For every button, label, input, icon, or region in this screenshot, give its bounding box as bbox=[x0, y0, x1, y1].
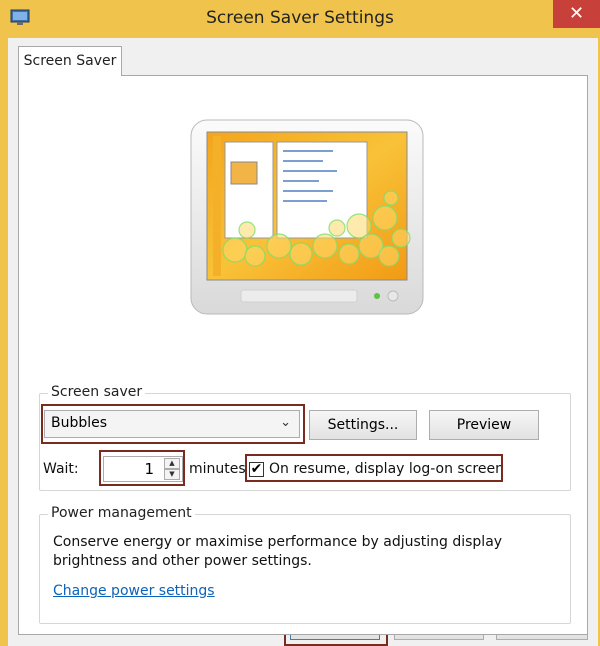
preview-monitor bbox=[190, 119, 424, 315]
screen-saver-legend: Screen saver bbox=[48, 384, 146, 400]
close-icon: ✕ bbox=[568, 3, 585, 24]
resume-checkbox-highlight bbox=[245, 454, 503, 482]
power-description-line-2: brightness and other power settings. bbox=[53, 553, 312, 569]
power-management-legend: Power management bbox=[48, 505, 195, 521]
wait-stepper-highlight bbox=[99, 450, 185, 486]
change-power-settings-link[interactable]: Change power settings bbox=[53, 583, 215, 599]
window-title: Screen Saver Settings bbox=[206, 8, 394, 28]
tab-panel: Screen saver Bubbles ⌄ Settings... Previ… bbox=[18, 75, 588, 635]
minutes-label: minutes bbox=[189, 461, 246, 477]
title-bar: Screen Saver Settings ✕ bbox=[0, 0, 600, 38]
screen-saver-select-highlight bbox=[41, 404, 305, 444]
wait-label: Wait: bbox=[43, 461, 79, 477]
power-description-line-1: Conserve energy or maximise performance … bbox=[53, 534, 503, 550]
power-management-group: Power management bbox=[39, 505, 571, 624]
tab-screen-saver[interactable]: Screen Saver bbox=[18, 46, 122, 76]
dialog-client-area: Screen Saver Screen saver Bubbles ⌄ Sett… bbox=[8, 38, 598, 646]
settings-button[interactable]: Settings... bbox=[309, 410, 417, 440]
preview-button[interactable]: Preview bbox=[429, 410, 539, 440]
close-button[interactable]: ✕ bbox=[553, 0, 600, 28]
